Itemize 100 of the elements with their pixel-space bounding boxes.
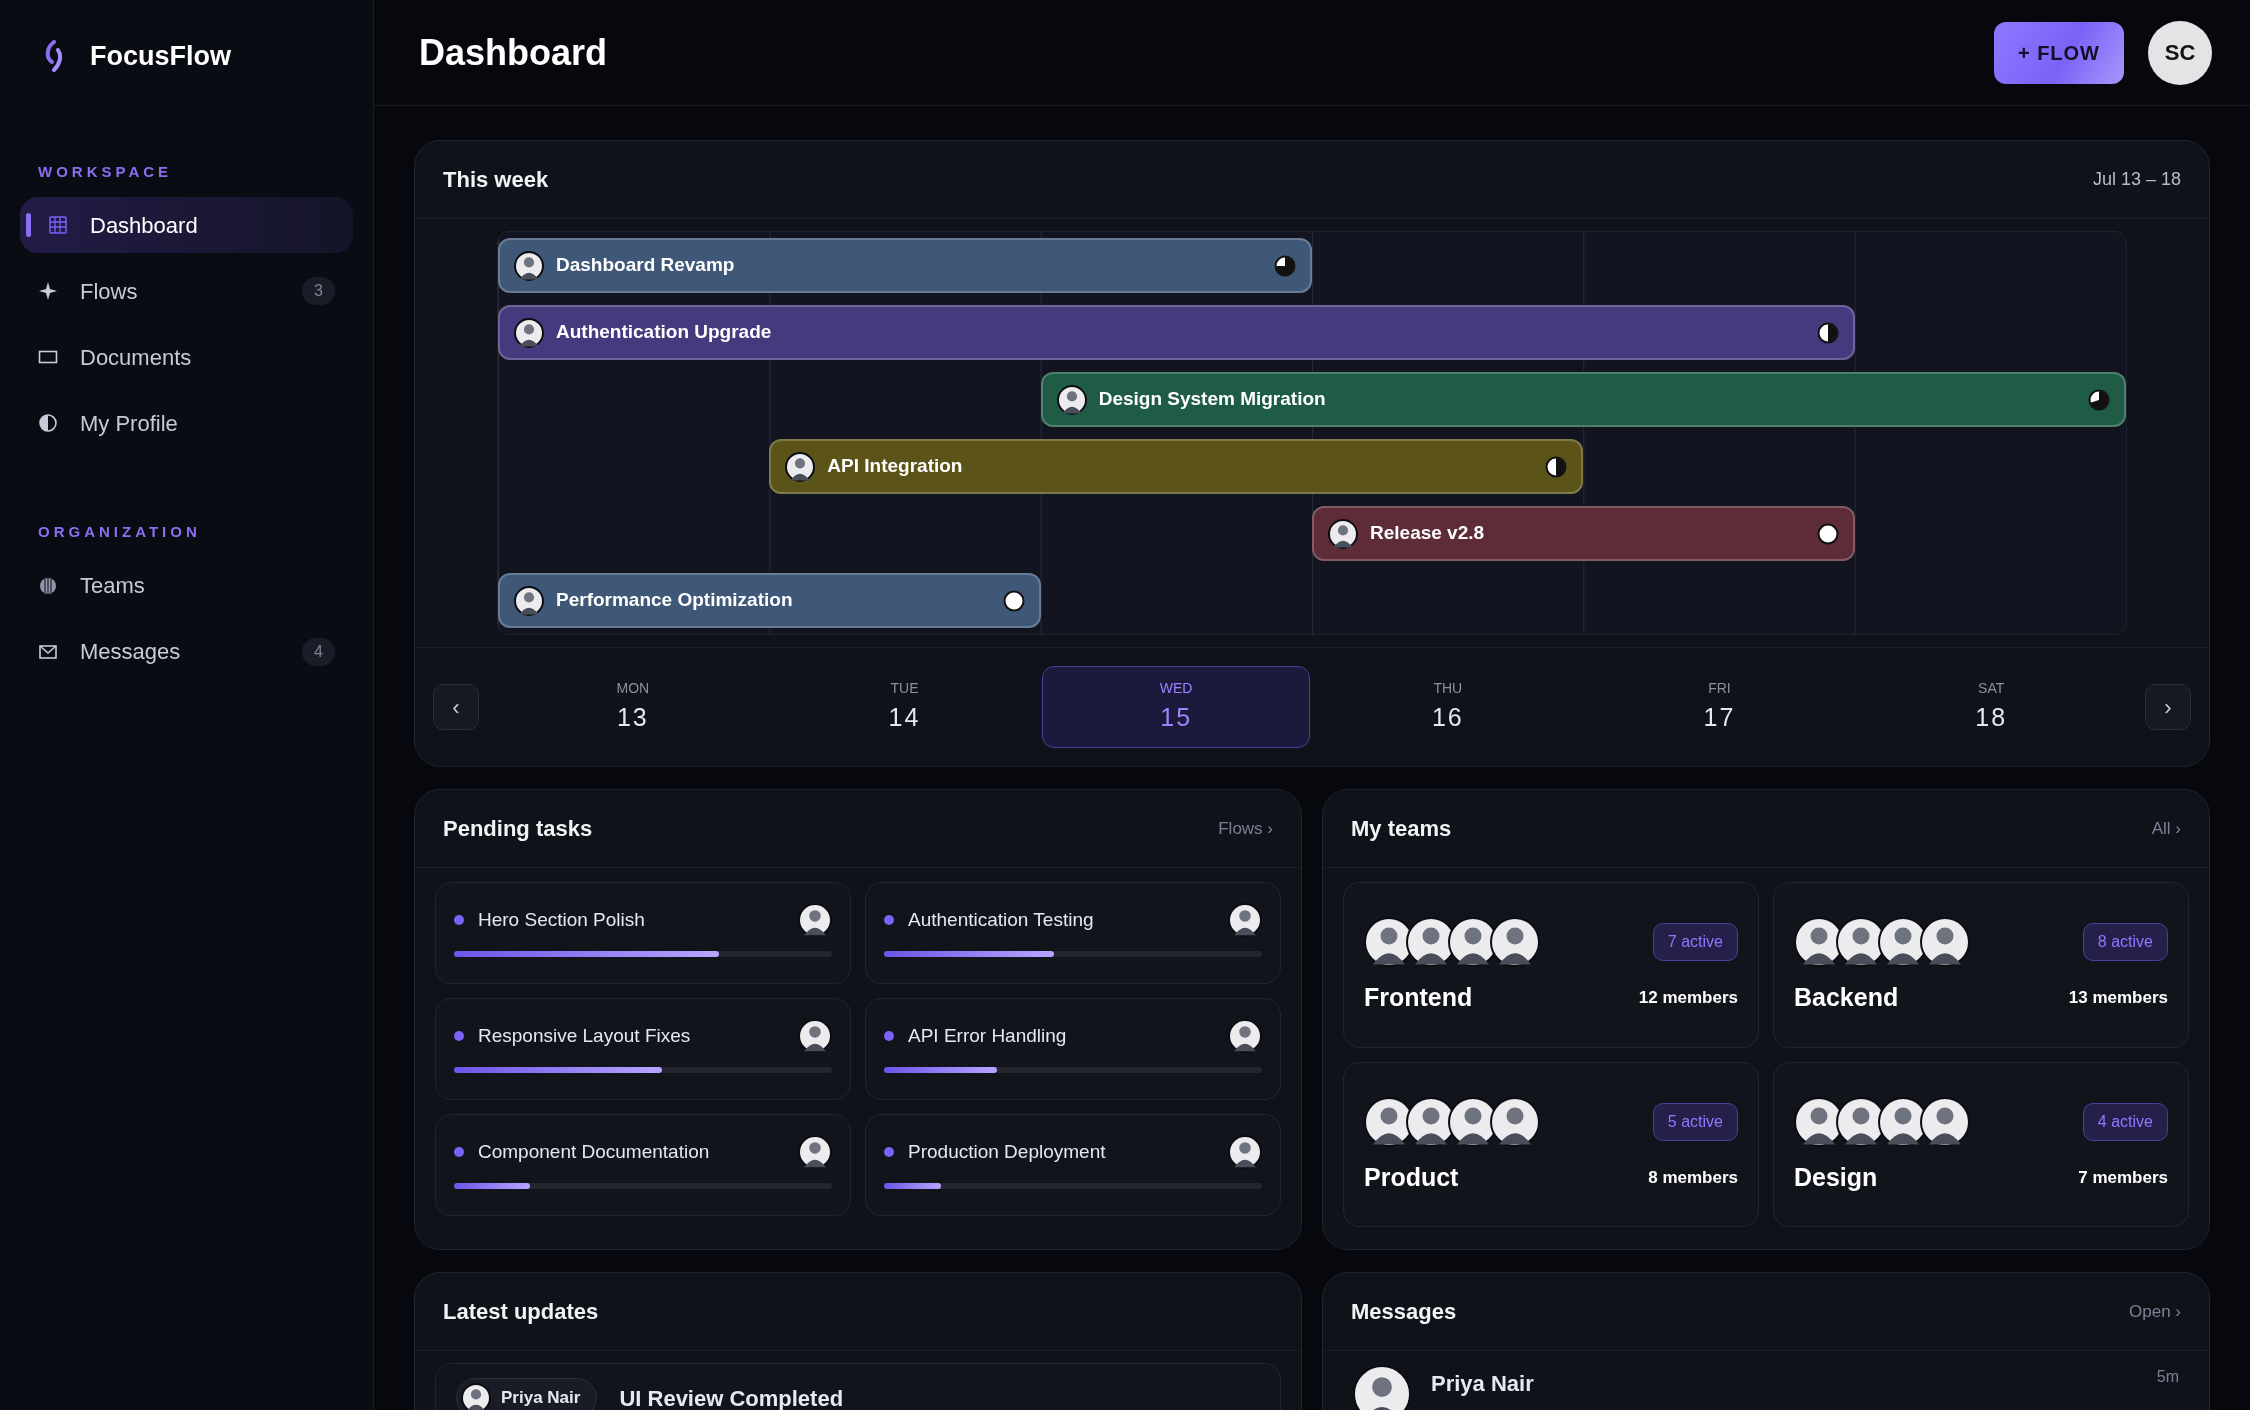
- card-link[interactable]: All ›: [2151, 815, 2181, 842]
- message-time: 5m: [2156, 1367, 2179, 1387]
- update-title: UI Review Completed: [619, 1384, 844, 1410]
- timeline-bar[interactable]: Authentication Upgrade: [498, 305, 1855, 360]
- team-card[interactable]: 4 active Design 7 members: [1773, 1061, 2189, 1227]
- timeline-bar[interactable]: Dashboard Revamp: [498, 238, 1312, 293]
- sidebar-item[interactable]: Messages 4: [20, 623, 353, 680]
- day-tab[interactable]: WED 15: [1042, 666, 1310, 748]
- section-title: WORKSPACE: [37, 161, 174, 182]
- avatar: [798, 1135, 832, 1169]
- page-title: Dashboard: [419, 30, 608, 75]
- grid-icon: [48, 215, 68, 235]
- day-tab[interactable]: FRI 17: [1585, 666, 1854, 748]
- day-tab[interactable]: TUE 14: [770, 666, 1039, 748]
- next-button[interactable]: ›: [2145, 684, 2191, 730]
- team-card[interactable]: 8 active Backend 13 members: [1773, 882, 2189, 1048]
- bar-label: Release v2.8: [1370, 521, 1485, 546]
- task-title: Component Documentation: [478, 1139, 710, 1164]
- team-name: Frontend: [1364, 982, 1473, 1013]
- card-link[interactable]: Open ›: [2129, 1298, 2181, 1325]
- active-badge: 7 active: [1652, 923, 1738, 961]
- bar-label: API Integration: [827, 454, 963, 479]
- sidebar-item[interactable]: My Profile: [20, 395, 353, 451]
- avatar: [1490, 917, 1540, 967]
- user-avatar[interactable]: SC: [2148, 20, 2212, 85]
- avatar: [1920, 917, 1970, 967]
- member-count: 12 members: [1638, 987, 1738, 1009]
- avatar: [514, 585, 544, 616]
- avatar: [1056, 384, 1087, 415]
- timeline-bar[interactable]: Release v2.8: [1312, 506, 1855, 561]
- bar-label: Design System Migration: [1098, 387, 1326, 412]
- status-dot: [884, 915, 894, 925]
- card-title: Latest updates: [443, 1298, 599, 1326]
- update-card[interactable]: Priya Nair UI Review Completed: [435, 1363, 1281, 1410]
- task-title: Production Deployment: [908, 1139, 1106, 1164]
- avatar: [1920, 1096, 1970, 1147]
- member-count: 13 members: [2068, 987, 2168, 1009]
- timeline-bar[interactable]: API Integration: [769, 439, 1584, 494]
- avatar: [461, 1383, 491, 1410]
- progress-pie-icon: [2088, 388, 2110, 411]
- card-title: This week: [443, 166, 549, 194]
- sidebar-item[interactable]: Flows 3: [20, 263, 353, 319]
- card-title: Messages: [1351, 1298, 1457, 1326]
- member-count: 7 members: [2078, 1166, 2168, 1189]
- card-title: My teams: [1351, 815, 1452, 843]
- status-dot: [454, 1031, 464, 1041]
- task-card[interactable]: Responsive Layout Fixes: [435, 998, 851, 1100]
- avatar: [514, 317, 544, 348]
- sidebar-item[interactable]: Documents: [20, 329, 353, 385]
- avatar: [1228, 903, 1262, 937]
- day-tab[interactable]: THU 16: [1314, 666, 1582, 748]
- task-title: Responsive Layout Fixes: [478, 1023, 691, 1048]
- app-name: FocusFlow: [90, 40, 231, 73]
- avatar: [1228, 1135, 1262, 1169]
- avatar: [1328, 518, 1358, 549]
- team-name: Product: [1364, 1161, 1459, 1193]
- team-card[interactable]: 7 active Frontend 12 members: [1343, 882, 1759, 1048]
- avatar: [798, 903, 832, 937]
- day-tab[interactable]: MON 13: [499, 666, 767, 748]
- bar-label: Performance Optimization: [556, 588, 793, 613]
- task-card[interactable]: Production Deployment: [865, 1114, 1281, 1216]
- active-badge: 8 active: [2082, 923, 2168, 961]
- progress-pie-icon: [1545, 455, 1568, 478]
- timeline-bar[interactable]: Performance Optimization: [498, 573, 1041, 628]
- author-chip: Priya Nair: [456, 1378, 598, 1410]
- progress-pie-icon: [1816, 522, 1839, 545]
- status-dot: [454, 1147, 464, 1157]
- day-tab[interactable]: SAT 18: [1857, 666, 2125, 748]
- section-title: ORGANIZATION: [37, 522, 202, 542]
- task-card[interactable]: Component Documentation: [435, 1114, 851, 1216]
- member-count: 8 members: [1648, 1166, 1738, 1189]
- count-badge: 4: [302, 637, 335, 666]
- striped-circle-icon: [38, 575, 58, 596]
- new-flow-button[interactable]: + FLOW: [1993, 21, 2124, 84]
- task-card[interactable]: API Error Handling: [865, 998, 1281, 1100]
- avatar: [1490, 1096, 1540, 1147]
- task-card[interactable]: Hero Section Polish: [435, 882, 851, 984]
- avatar: [1228, 1019, 1262, 1053]
- sparkle-icon: [38, 281, 58, 301]
- half-circle-icon: [38, 413, 58, 433]
- timeline-bar[interactable]: Design System Migration: [1040, 372, 2126, 427]
- progress-pie-icon: [1002, 589, 1025, 612]
- sidebar-item[interactable]: Dashboard: [20, 197, 353, 253]
- task-title: Authentication Testing: [908, 907, 1094, 932]
- status-dot: [884, 1031, 894, 1041]
- sender-name: Priya Nair: [1431, 1370, 1534, 1398]
- team-name: Design: [1794, 1161, 1878, 1193]
- task-card[interactable]: Authentication Testing: [865, 882, 1281, 984]
- progress-pie-icon: [1816, 321, 1839, 344]
- date-range: Jul 13 – 18: [2092, 168, 2181, 191]
- avatar: [514, 250, 544, 281]
- card-title: Pending tasks: [443, 815, 593, 843]
- avatar: [798, 1019, 832, 1053]
- sidebar-item[interactable]: Teams: [20, 557, 353, 614]
- active-badge: 4 active: [2082, 1102, 2168, 1141]
- card-link[interactable]: Flows ›: [1218, 815, 1273, 842]
- previous-button[interactable]: ‹: [433, 684, 479, 730]
- active-badge: 5 active: [1652, 1102, 1738, 1141]
- status-dot: [884, 1147, 894, 1157]
- team-card[interactable]: 5 active Product 8 members: [1343, 1061, 1759, 1227]
